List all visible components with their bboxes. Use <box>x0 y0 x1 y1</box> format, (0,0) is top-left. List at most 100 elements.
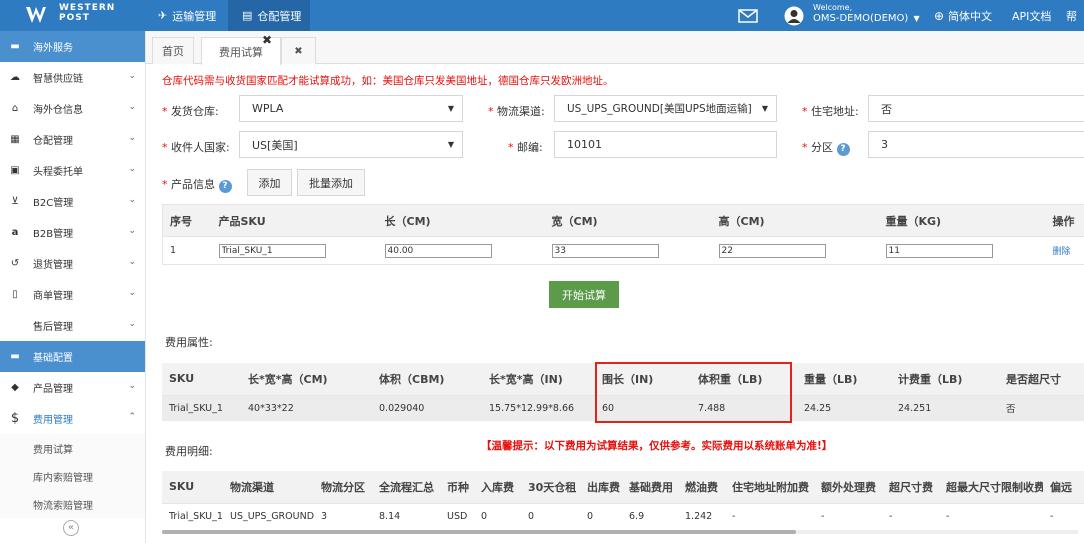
sidebar-item-aftersales[interactable]: 售后管理 ⌄ <box>0 310 145 341</box>
user-avatar[interactable] <box>784 0 804 31</box>
sidebar-item-label: 智慧供应链 <box>33 74 83 85</box>
add-product-button[interactable]: 添加 <box>247 169 292 196</box>
api-doc-link[interactable]: API文档 <box>1012 0 1051 31</box>
table-row: Trial_SKU_1 US_UPS_GROUND 3 8.14 USD 0 0… <box>162 503 1084 529</box>
delete-link[interactable]: 删除 <box>1046 237 1084 265</box>
table-row: 1 删除 <box>163 237 1084 265</box>
sidebar-item-warehouse-mgmt[interactable]: ▦ 仓配管理 ⌄ <box>0 124 145 155</box>
help-icon[interactable]: ? <box>836 143 850 156</box>
sidebar-item-warehouse-info[interactable]: ⌂ 海外仓信息 ⌄ <box>0 93 145 124</box>
sidebar-item-label: 费用管理 <box>33 415 73 426</box>
sidebar-subitem-warehouse-claims[interactable]: 库内索赔管理 <box>0 462 145 490</box>
table-cell: 否 <box>1006 404 1016 416</box>
width-input[interactable] <box>551 243 659 258</box>
column-header: 30天仓租 <box>521 471 580 504</box>
column-header: 燃油费 <box>678 471 725 504</box>
folder-icon: ▬ <box>10 41 20 52</box>
sidebar-subitem-logistics-claims[interactable]: 物流索赔管理 <box>0 490 145 518</box>
table-cell: - <box>821 510 825 522</box>
nav-tab-warehouse[interactable]: ▤ 仓配管理 <box>228 0 310 31</box>
product-table: 序号 产品SKU 长（CM) 宽（CM) 高（CM) 重量（KG) 操作 1 删… <box>162 204 1084 265</box>
horizontal-scrollbar[interactable] <box>162 530 796 534</box>
tab-home[interactable]: 首页 <box>152 37 194 64</box>
column-header: SKU <box>162 471 223 504</box>
table-cell: 6.9 <box>629 510 645 522</box>
column-header: 高（CM) <box>711 204 879 237</box>
close-all-tabs-icon[interactable]: ✖ <box>281 37 316 64</box>
channel-label: * 物流渠道: <box>488 105 545 118</box>
sidebar-item-label: 商单管理 <box>33 291 73 302</box>
fee-details-table: SKU 物流渠道 物流分区 全流程汇总 币种 入库费 30天仓租 出库费 基础费… <box>162 471 1084 529</box>
caret-down-icon: ▼ <box>447 140 454 149</box>
sidebar-section-label: 海外服务 <box>33 43 73 54</box>
sidebar-item-supply-chain[interactable]: ☁ 智慧供应链 ⌄ <box>0 62 145 93</box>
column-header: 入库费 <box>474 471 521 504</box>
sidebar-item-products[interactable]: ◆ 产品管理 ⌄ <box>0 372 145 403</box>
sidebar-item-fees[interactable]: $ 费用管理 ⌃ <box>0 403 145 434</box>
logo-icon <box>26 7 46 23</box>
table-cell: 24.251 <box>898 402 932 414</box>
sidebar-item-headhaul[interactable]: ▣ 头程委托单 ⌄ <box>0 155 145 186</box>
column-header: 币种 <box>440 471 474 504</box>
globe-icon: ⊕ <box>934 8 945 23</box>
mail-icon[interactable] <box>738 0 758 31</box>
nav-tab-transport[interactable]: ✈ 运输管理 <box>147 0 227 31</box>
home-icon: ⌂ <box>11 103 19 114</box>
caret-down-icon: ▼ <box>447 104 454 113</box>
user-menu[interactable]: OMS-DEMO(DEMO) ▼ <box>813 12 920 25</box>
column-header: 是否超尺寸 <box>999 363 1084 396</box>
western-post-logo[interactable]: WESTERN POST <box>25 3 145 27</box>
sidebar-item-orders[interactable]: ▯ 商单管理 ⌄ <box>0 279 145 310</box>
chevron-down-icon: ⌄ <box>128 319 136 329</box>
warehouse-value: WPLA <box>252 102 284 115</box>
sidebar-item-b2c[interactable]: ⊻ B2C管理 ⌄ <box>0 186 145 217</box>
column-header: 体积（CBM) <box>372 363 482 396</box>
zip-input[interactable]: 10101 <box>554 131 777 158</box>
return-icon: ↺ <box>10 258 20 269</box>
sidebar-section-overseas[interactable]: ▬ 海外服务 <box>0 31 145 62</box>
tab-fee-trial-label: 费用试算 <box>219 45 263 59</box>
table-cell: 24.25 <box>804 402 832 414</box>
sidebar-section-label: 基础配置 <box>33 353 73 364</box>
sidebar-item-b2b[interactable]: a B2B管理 ⌄ <box>0 217 145 248</box>
grid-icon: ▦ <box>10 134 20 145</box>
height-input[interactable] <box>718 243 826 258</box>
country-select[interactable]: US[美国] ▼ <box>239 131 463 158</box>
table-cell: USD <box>447 510 468 522</box>
residential-select[interactable]: 否 <box>868 95 1084 122</box>
table-cell: 3 <box>321 510 328 522</box>
help-link[interactable]: 帮 <box>1066 0 1077 31</box>
warehouse-select[interactable]: WPLA ▼ <box>239 95 463 122</box>
sidebar-item-label: B2B管理 <box>33 229 74 240</box>
help-icon[interactable]: ? <box>218 180 232 193</box>
column-header: 重量（LB) <box>797 363 891 396</box>
sidebar-item-label: B2C管理 <box>33 198 74 209</box>
chevron-down-icon: ⌄ <box>128 71 136 81</box>
sidebar-collapse-button[interactable]: « <box>63 520 79 536</box>
zone-input[interactable]: 3 <box>868 131 1084 158</box>
document-icon: ▯ <box>12 289 18 300</box>
language-menu[interactable]: ⊕ 简体中文 <box>934 0 992 31</box>
zip-value: 10101 <box>567 138 602 151</box>
sku-input[interactable] <box>218 243 326 258</box>
send-icon: ✈ <box>158 9 168 22</box>
length-input[interactable] <box>384 243 492 258</box>
column-header: 产品SKU <box>211 204 378 237</box>
start-calculation-button[interactable]: 开始试算 <box>549 281 619 308</box>
cart-icon: ⊻ <box>11 196 19 207</box>
column-header: 超最大尺寸限制收费 <box>939 471 1043 504</box>
sidebar-item-returns[interactable]: ↺ 退货管理 ⌄ <box>0 248 145 279</box>
sidebar-section-basic-config[interactable]: ▬ 基础配置 <box>0 341 145 372</box>
fee-details-title: 费用明细: <box>165 445 213 458</box>
country-label: * 收件人国家: <box>162 141 230 154</box>
sidebar-subitem-fee-trial[interactable]: 费用试算 <box>0 434 145 462</box>
cloud-icon: ☁ <box>10 72 20 83</box>
weight-input[interactable] <box>885 243 993 258</box>
table-cell: Trial_SKU_1 <box>169 402 223 414</box>
channel-select[interactable]: US_UPS_GROUND[美国UPS地面运输] ▼ <box>554 95 777 122</box>
table-cell: US_UPS_GROUND <box>230 510 314 522</box>
bulk-add-button[interactable]: 批量添加 <box>297 169 365 196</box>
column-header: 物流渠道 <box>223 471 314 504</box>
dollar-icon: $ <box>10 411 20 426</box>
close-tab-icon[interactable]: ✖ <box>262 33 272 47</box>
